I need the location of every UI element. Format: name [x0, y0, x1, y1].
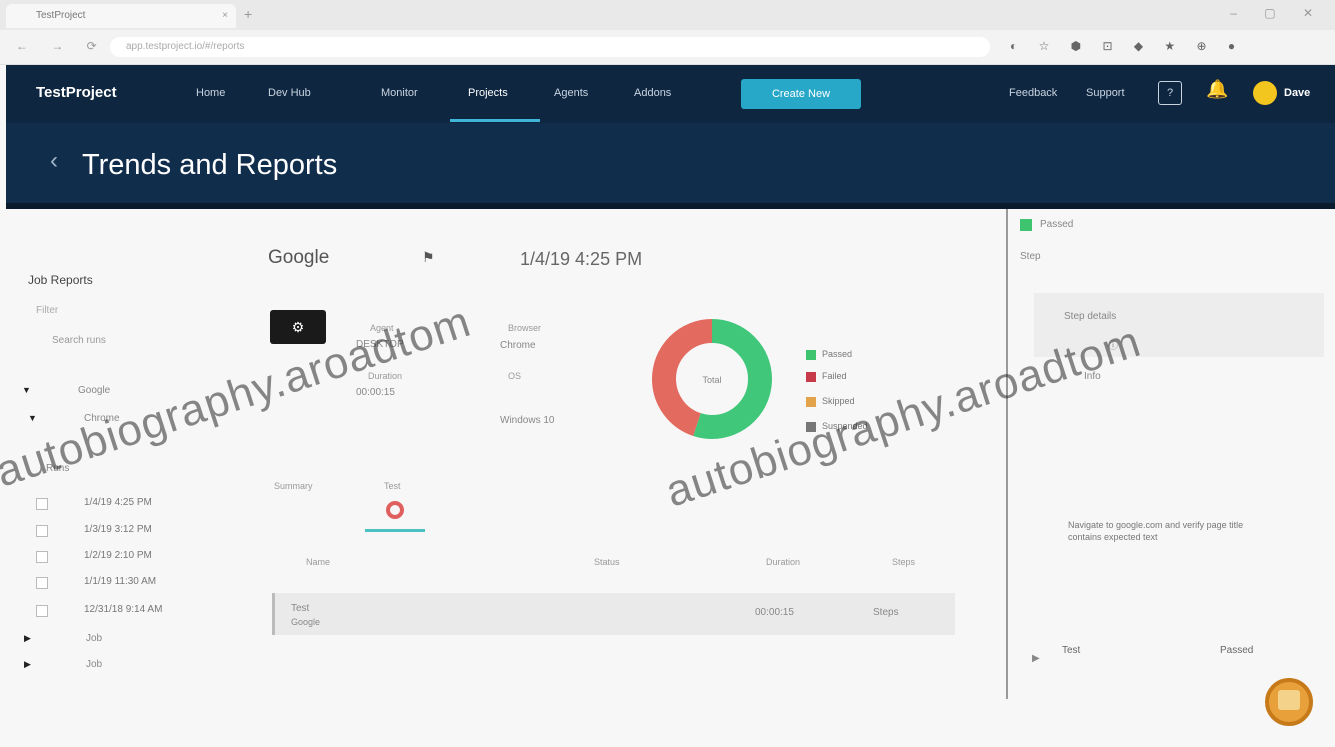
- run-checkbox[interactable]: [36, 551, 48, 563]
- run-item[interactable]: 12/31/18 9:14 AM: [84, 604, 162, 615]
- extension-icons[interactable]: ◐ ☆ ⬢ ⊡ ◆ ★ ⊕ ●: [1010, 39, 1244, 53]
- report-main: Google ⚑ 1/4/19 4:25 PM ⚙ Agent DESKTOP …: [250, 209, 1000, 699]
- row-duration: 00:00:15: [755, 607, 794, 618]
- nav-item-dev-hub[interactable]: Dev Hub: [268, 87, 311, 99]
- status-text: Passed: [1040, 219, 1074, 230]
- legend-skipped: Skipped: [806, 396, 855, 407]
- back-icon[interactable]: ‹: [50, 147, 58, 175]
- help-icon[interactable]: ?: [1158, 81, 1182, 105]
- caret-right-icon[interactable]: ▶: [24, 659, 31, 670]
- run-item[interactable]: 1/2/19 2:10 PM: [84, 550, 152, 561]
- run-item[interactable]: 1/4/19 4:25 PM: [84, 497, 152, 508]
- caret-down-icon[interactable]: ▼: [28, 413, 37, 423]
- col-header-duration[interactable]: Duration: [766, 557, 800, 567]
- tab-title: TestProject: [36, 10, 86, 21]
- browser-tab-strip: TestProject × + – ▢ ✕: [0, 0, 1335, 30]
- table-row[interactable]: Test Google 00:00:15 Steps: [272, 593, 955, 635]
- window-controls[interactable]: – ▢ ✕: [1230, 6, 1325, 20]
- sidebar-search-input[interactable]: Search runs: [52, 335, 106, 346]
- nav-item-monitor[interactable]: Monitor: [381, 87, 418, 99]
- duration-value: 00:00:15: [356, 387, 395, 398]
- feedback-link[interactable]: Feedback: [1009, 87, 1057, 99]
- browser-value: Chrome: [500, 340, 536, 351]
- row-name: Test: [291, 603, 310, 614]
- suite-name: Google: [268, 247, 330, 268]
- run-checkbox[interactable]: [36, 605, 48, 617]
- browser-tab[interactable]: TestProject ×: [6, 4, 236, 28]
- sidebar-title: Job Reports: [28, 273, 93, 287]
- tree-item-google[interactable]: Google: [78, 385, 110, 396]
- active-tab-indicator: [365, 529, 425, 532]
- run-date: 1/4/19 4:25 PM: [520, 249, 643, 269]
- avatar[interactable]: [1253, 81, 1277, 105]
- caret-down-icon[interactable]: ▼: [22, 385, 31, 395]
- user-name[interactable]: Dave: [1284, 87, 1310, 99]
- row-steps-link[interactable]: Steps: [873, 607, 899, 618]
- support-link[interactable]: Support: [1086, 87, 1125, 99]
- nav-item-addons[interactable]: Addons: [634, 87, 671, 99]
- legend-passed: Passed: [806, 349, 852, 360]
- expand-icon[interactable]: ▶: [1032, 653, 1040, 664]
- page-header: ‹ Trends and Reports: [6, 123, 1335, 209]
- new-tab-button[interactable]: +: [244, 6, 252, 22]
- chart-center-label: Total: [702, 375, 721, 385]
- sidebar-subtitle: Filter: [36, 305, 59, 316]
- nav-item-projects[interactable]: Projects: [468, 87, 508, 99]
- os-label: OS: [508, 371, 522, 381]
- footer-right: Passed: [1220, 645, 1254, 656]
- page-title: Trends and Reports: [82, 149, 338, 181]
- run-checkbox[interactable]: [36, 525, 48, 537]
- settings-button[interactable]: ⚙: [270, 310, 326, 344]
- tree-item-job[interactable]: Job: [86, 659, 102, 670]
- run-item[interactable]: 1/1/19 11:30 AM: [84, 576, 156, 587]
- bell-icon[interactable]: 🔔: [1206, 79, 1228, 100]
- run-item[interactable]: 1/3/19 3:12 PM: [84, 524, 152, 535]
- legend-failed: Failed: [806, 371, 847, 382]
- nav-item-agents[interactable]: Agents: [554, 87, 588, 99]
- tab-summary[interactable]: Summary: [274, 481, 313, 491]
- col-header-name[interactable]: Name: [306, 557, 330, 567]
- failed-status-icon: [386, 501, 404, 519]
- create-new-button[interactable]: Create New: [741, 79, 861, 109]
- address-bar: ← → ⟳ app.testproject.io/#/reports ◐ ☆ ⬢…: [0, 30, 1335, 65]
- chat-icon[interactable]: [1278, 690, 1300, 710]
- close-tab-icon[interactable]: ×: [222, 4, 228, 28]
- caret-right-icon[interactable]: ▶: [24, 633, 31, 644]
- browser-nav-buttons[interactable]: ← → ⟳: [16, 39, 107, 53]
- status-badge: [1020, 219, 1032, 231]
- step-detail-panel: Passed Step Step details ⓘ Info Navigate…: [1006, 209, 1335, 699]
- col-header-status[interactable]: Status: [594, 557, 620, 567]
- run-checkbox[interactable]: [36, 577, 48, 589]
- row-sub: Google: [291, 617, 321, 627]
- top-navigation: TestProject Home Dev Hub Monitor Project…: [6, 65, 1335, 123]
- browser-label: Browser: [508, 323, 542, 333]
- run-checkbox[interactable]: [36, 498, 48, 510]
- step-detail-title: Step details: [1064, 311, 1117, 322]
- active-nav-indicator: [450, 119, 540, 122]
- panel-heading: Step: [1020, 251, 1041, 262]
- url-field[interactable]: app.testproject.io/#/reports: [110, 37, 990, 57]
- os-value: Windows 10: [500, 415, 555, 426]
- nav-item-home[interactable]: Home: [196, 87, 225, 99]
- flag-icon[interactable]: ⚑: [422, 249, 435, 266]
- results-donut-chart: Total: [652, 319, 772, 439]
- tab-test[interactable]: Test: [384, 481, 401, 491]
- step-description: Navigate to google.com and verify page t…: [1068, 520, 1244, 542]
- footer-left: Test: [1062, 645, 1081, 656]
- tree-item-job[interactable]: Job: [86, 633, 102, 644]
- app-logo[interactable]: TestProject: [36, 84, 117, 101]
- col-header-steps[interactable]: Steps: [892, 557, 915, 567]
